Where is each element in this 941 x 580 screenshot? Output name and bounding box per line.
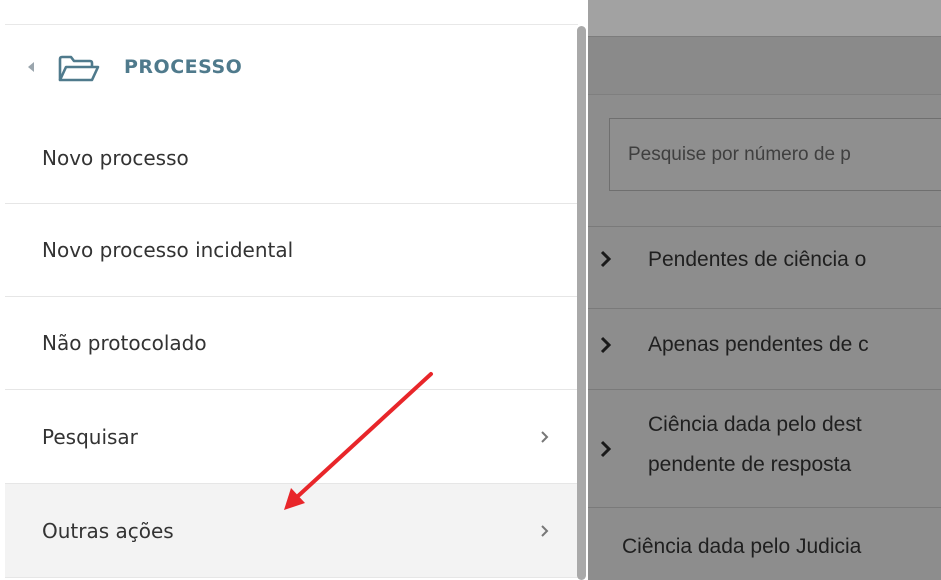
chevron-right-icon [541, 524, 549, 537]
menu-item-novo-processo[interactable]: Novo processo [5, 112, 578, 204]
menu-item-label: Novo processo incidental [42, 238, 294, 262]
filter-ciencia-dada-destinatario[interactable]: Ciência dada pelo dest pendente de respo… [588, 389, 941, 507]
chevron-right-icon [541, 430, 549, 443]
row-ciencia-dada-judiciario[interactable]: Ciência dada pelo Judicia [588, 507, 941, 580]
chevron-right-icon [600, 250, 612, 268]
folder-open-icon [58, 55, 100, 82]
menu-item-pesquisar[interactable]: Pesquisar [5, 390, 578, 484]
menu-item-label: Pesquisar [42, 424, 138, 449]
menu-scrollbar[interactable] [577, 26, 586, 580]
side-menu: PROCESSO Novo processo Novo processo inc… [0, 0, 586, 580]
filter-label: Apenas pendentes de c [648, 333, 869, 356]
divider [5, 24, 578, 25]
menu-item-outras-acoes[interactable]: Outras ações [5, 484, 578, 578]
filter-pendentes-ciencia[interactable]: Pendentes de ciência o [588, 226, 941, 291]
background-panel-overlay: Pendentes de ciência o Apenas pendentes … [588, 0, 941, 580]
menu-item-novo-processo-incidental[interactable]: Novo processo incidental [5, 204, 578, 297]
filter-label: Pendentes de ciência o [648, 248, 867, 271]
panel-header-band [588, 37, 941, 95]
chevron-right-icon [600, 440, 612, 457]
row-label: Ciência dada pelo Judicia [622, 535, 862, 558]
search-field[interactable] [609, 118, 941, 191]
menu-item-nao-protocolado[interactable]: Não protocolado [5, 297, 578, 390]
caret-left-icon[interactable] [28, 62, 34, 72]
chevron-right-icon [600, 336, 612, 353]
menu-item-label: Novo processo [42, 145, 189, 170]
filter-label-line2: pendente de resposta [648, 453, 852, 476]
menu-item-label: Outras ações [42, 518, 174, 543]
menu-item-label: Não protocolado [42, 331, 207, 355]
panel-topbar [588, 0, 941, 37]
menu-title: PROCESSO [124, 56, 243, 78]
search-input[interactable] [610, 119, 941, 190]
menu-header-processo[interactable]: PROCESSO [0, 40, 578, 96]
filter-apenas-pendentes[interactable]: Apenas pendentes de c [588, 308, 941, 380]
filter-label-line1: Ciência dada pelo dest [648, 413, 862, 436]
